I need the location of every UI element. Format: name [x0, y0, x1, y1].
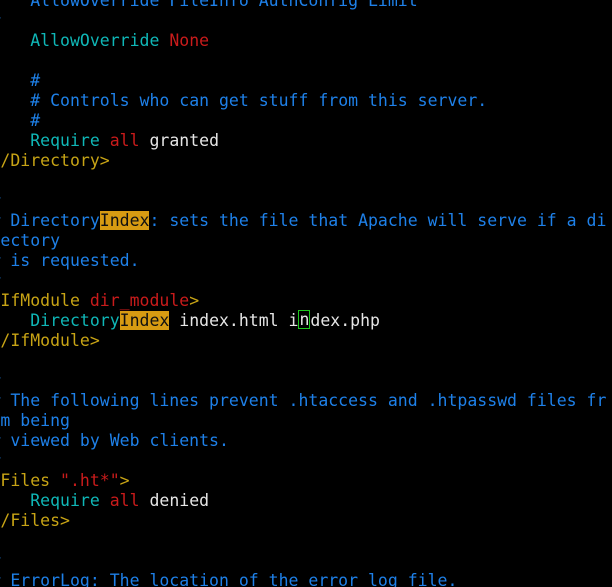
code-token-keyword: AllowOverride [30, 31, 170, 50]
editor-text-buffer[interactable]: # AllowOverride FileInfo AuthConfig Limi… [0, 0, 612, 587]
code-token-plain: index.html i [169, 311, 299, 330]
code-token-keyword: Require [30, 131, 110, 150]
editor-line[interactable]: # DirectoryIndex: sets the file that Apa… [0, 211, 612, 231]
editor-line[interactable] [0, 171, 612, 191]
code-token-comment: # Controls who can get stuff from this s… [30, 91, 488, 110]
text-cursor[interactable]: n [298, 310, 311, 329]
editor-line[interactable] [0, 51, 612, 71]
editor-line[interactable]: # is requested. [0, 251, 612, 271]
terminal-editor-screen[interactable]: # AllowOverride FileInfo AuthConfig Limi… [0, 0, 612, 587]
editor-line[interactable]: # ErrorLog: The location of the error lo… [0, 571, 612, 587]
editor-line[interactable]: # [0, 191, 612, 211]
code-token-comment: # AllowOverride FileInfo AuthConfig Limi… [0, 0, 418, 10]
search-match-highlight: Index [119, 311, 170, 330]
editor-line[interactable]: # [0, 71, 612, 91]
code-token-comment: # Directory [0, 211, 100, 230]
code-token-tag: </Files> [0, 511, 70, 530]
editor-line[interactable]: # The following lines prevent .htaccess … [0, 391, 612, 411]
editor-line[interactable]: # AllowOverride FileInfo AuthConfig Limi… [0, 0, 612, 11]
editor-line[interactable]: # [0, 271, 612, 291]
code-token-tag: <Files [0, 471, 51, 490]
editor-line[interactable]: <IfModule dir_module> [0, 291, 612, 311]
editor-line[interactable]: </Directory> [0, 151, 612, 171]
code-token-value: all [109, 131, 150, 150]
code-token-plain: denied [149, 491, 210, 510]
editor-line[interactable]: DirectoryIndex index.html index.php [0, 310, 612, 331]
code-token-comment: # The following lines prevent .htaccess … [0, 391, 607, 410]
code-token-tag: > [119, 471, 130, 490]
editor-line[interactable]: Require all denied [0, 491, 612, 511]
code-token-mod: dir_module [89, 291, 190, 310]
code-token-comment: # [30, 71, 41, 90]
code-token-keyword: Directory [30, 311, 120, 330]
code-token-tag: > [189, 291, 200, 310]
code-token-comment: : sets the file that Apache will serve i… [149, 211, 607, 230]
code-token-tag: <IfModule [0, 291, 90, 310]
code-token-tag: </IfModule> [0, 331, 100, 350]
editor-line[interactable]: # [0, 371, 612, 391]
search-match-highlight: Index [99, 211, 150, 230]
editor-line[interactable] [0, 351, 612, 371]
editor-line[interactable]: </IfModule> [0, 331, 612, 351]
editor-line[interactable] [0, 531, 612, 551]
editor-line[interactable]: # Controls who can get stuff from this s… [0, 91, 612, 111]
editor-line[interactable]: Require all granted [0, 131, 612, 151]
editor-line[interactable]: </Files> [0, 511, 612, 531]
code-token-comment: om being [0, 411, 70, 430]
editor-line[interactable]: # [0, 111, 612, 131]
code-token-comment: # ErrorLog: The location of the error lo… [0, 571, 458, 587]
code-token-comment: # viewed by Web clients. [0, 431, 229, 450]
code-token-value: all [109, 491, 150, 510]
editor-line[interactable]: # [0, 11, 612, 31]
code-token-comment: rectory [0, 231, 61, 250]
editor-line[interactable]: <Files ".ht*"> [0, 471, 612, 491]
code-token-tag: </Directory> [0, 151, 110, 170]
editor-line[interactable]: AllowOverride None [0, 31, 612, 51]
code-token-comment: # is requested. [0, 251, 140, 270]
editor-line[interactable]: # viewed by Web clients. [0, 431, 612, 451]
editor-line[interactable]: # [0, 451, 612, 471]
editor-line[interactable]: # [0, 551, 612, 571]
code-token-keyword: Require [30, 491, 110, 510]
code-token-value: None [169, 31, 210, 50]
editor-line[interactable]: rectory [0, 231, 612, 251]
code-token-comment: # [30, 111, 41, 130]
code-token-plain: dex.php [310, 311, 380, 330]
editor-line[interactable]: om being [0, 411, 612, 431]
code-token-string: ".ht*" [60, 471, 120, 490]
code-token-plain: granted [149, 131, 220, 150]
